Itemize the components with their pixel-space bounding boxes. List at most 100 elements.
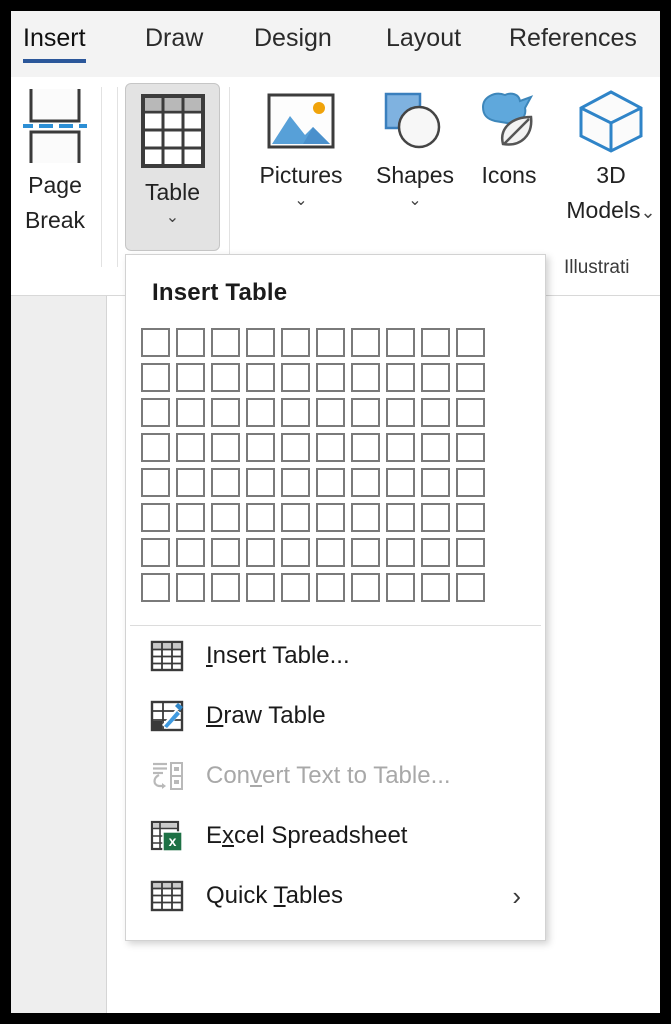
table-size-grid-cell[interactable] [176, 433, 205, 462]
table-size-grid-cell[interactable] [421, 573, 450, 602]
tab-draw[interactable]: Draw [145, 23, 203, 53]
table-size-grid-cell[interactable] [246, 433, 275, 462]
table-size-grid-cell[interactable] [141, 468, 170, 497]
table-size-grid-row[interactable] [138, 465, 545, 500]
table-size-grid-cell[interactable] [456, 573, 485, 602]
menu-item-draw-table[interactable]: Draw Table [126, 686, 545, 746]
table-size-grid-cell[interactable] [351, 538, 380, 567]
table-size-grid-cell[interactable] [351, 398, 380, 427]
table-size-grid-cell[interactable] [351, 503, 380, 532]
table-size-grid-cell[interactable] [456, 503, 485, 532]
table-size-grid-cell[interactable] [421, 398, 450, 427]
table-size-grid-cell[interactable] [281, 363, 310, 392]
table-size-grid-cell[interactable] [351, 328, 380, 357]
table-size-grid-cell[interactable] [176, 328, 205, 357]
page-break-button[interactable]: Page Break [11, 85, 99, 238]
table-size-grid-cell[interactable] [141, 503, 170, 532]
table-size-grid-row[interactable] [138, 430, 545, 465]
table-size-grid-cell[interactable] [211, 363, 240, 392]
chevron-down-icon-pictures[interactable]: ⌄ [239, 193, 363, 209]
table-size-grid-row[interactable] [138, 500, 545, 535]
table-size-grid-cell[interactable] [211, 503, 240, 532]
table-size-grid-cell[interactable] [281, 503, 310, 532]
table-size-grid-cell[interactable] [211, 573, 240, 602]
table-size-grid-cell[interactable] [316, 573, 345, 602]
table-size-grid-cell[interactable] [176, 468, 205, 497]
table-size-grid-cell[interactable] [386, 398, 415, 427]
table-size-grid-cell[interactable] [246, 503, 275, 532]
table-size-grid-row[interactable] [138, 325, 545, 360]
table-size-grid-cell[interactable] [386, 573, 415, 602]
table-size-grid-cell[interactable] [316, 468, 345, 497]
icons-button[interactable]: Icons [467, 89, 551, 193]
table-size-grid-row[interactable] [138, 570, 545, 605]
table-size-grid-row[interactable] [138, 535, 545, 570]
chevron-down-icon-3dmodels[interactable]: ⌄ [641, 202, 656, 222]
table-size-grid-cell[interactable] [456, 538, 485, 567]
menu-item-insert-table[interactable]: Insert Table... [126, 626, 545, 686]
table-size-grid-cell[interactable] [351, 433, 380, 462]
table-size-grid-cell[interactable] [141, 573, 170, 602]
table-size-grid-cell[interactable] [456, 398, 485, 427]
tab-design[interactable]: Design [254, 23, 332, 53]
table-size-grid-row[interactable] [138, 395, 545, 430]
table-size-grid-cell[interactable] [141, 328, 170, 357]
table-size-grid-cell[interactable] [386, 468, 415, 497]
table-size-grid-cell[interactable] [316, 363, 345, 392]
table-size-grid-cell[interactable] [141, 363, 170, 392]
table-size-grid-cell[interactable] [246, 398, 275, 427]
table-size-grid-cell[interactable] [351, 363, 380, 392]
table-size-grid-cell[interactable] [281, 573, 310, 602]
table-button[interactable]: Table ⌄ [125, 83, 220, 251]
table-size-grid-cell[interactable] [316, 538, 345, 567]
menu-item-excel-spreadsheet[interactable]: x Excel Spreadsheet [126, 806, 545, 866]
table-size-grid-cell[interactable] [456, 468, 485, 497]
table-size-grid-cell[interactable] [211, 398, 240, 427]
table-size-grid-cell[interactable] [386, 538, 415, 567]
table-size-grid-cell[interactable] [316, 503, 345, 532]
table-size-grid-cell[interactable] [211, 538, 240, 567]
table-size-grid-cell[interactable] [281, 468, 310, 497]
table-size-grid-cell[interactable] [386, 363, 415, 392]
chevron-down-icon-shapes[interactable]: ⌄ [363, 193, 467, 209]
table-size-grid-cell[interactable] [176, 573, 205, 602]
table-size-grid-cell[interactable] [141, 538, 170, 567]
table-size-grid-cell[interactable] [456, 433, 485, 462]
table-size-grid-cell[interactable] [316, 398, 345, 427]
table-size-grid-row[interactable] [138, 360, 545, 395]
tab-references[interactable]: References [509, 23, 637, 53]
table-size-grid-cell[interactable] [176, 398, 205, 427]
table-size-grid-cell[interactable] [351, 573, 380, 602]
tab-layout[interactable]: Layout [386, 23, 461, 53]
table-size-grid-cell[interactable] [421, 468, 450, 497]
3d-models-button[interactable]: 3D Models⌄ [551, 89, 660, 228]
pictures-button[interactable]: Pictures ⌄ [239, 89, 363, 209]
table-size-picker-grid[interactable] [126, 325, 545, 625]
table-size-grid-cell[interactable] [141, 433, 170, 462]
table-size-grid-cell[interactable] [211, 468, 240, 497]
table-size-grid-cell[interactable] [176, 503, 205, 532]
menu-item-quick-tables[interactable]: Quick Tables › [126, 866, 545, 926]
table-size-grid-cell[interactable] [316, 433, 345, 462]
table-size-grid-cell[interactable] [386, 433, 415, 462]
table-size-grid-cell[interactable] [386, 328, 415, 357]
table-size-grid-cell[interactable] [211, 328, 240, 357]
table-size-grid-cell[interactable] [421, 328, 450, 357]
table-size-grid-cell[interactable] [281, 433, 310, 462]
table-size-grid-cell[interactable] [176, 363, 205, 392]
table-size-grid-cell[interactable] [386, 503, 415, 532]
chevron-down-icon-table[interactable]: ⌄ [126, 210, 219, 226]
table-size-grid-cell[interactable] [211, 433, 240, 462]
table-size-grid-cell[interactable] [456, 328, 485, 357]
table-size-grid-cell[interactable] [246, 328, 275, 357]
table-size-grid-cell[interactable] [281, 398, 310, 427]
table-size-grid-cell[interactable] [421, 538, 450, 567]
table-size-grid-cell[interactable] [176, 538, 205, 567]
table-size-grid-cell[interactable] [246, 468, 275, 497]
table-size-grid-cell[interactable] [141, 398, 170, 427]
table-size-grid-cell[interactable] [246, 573, 275, 602]
table-size-grid-cell[interactable] [421, 363, 450, 392]
table-size-grid-cell[interactable] [456, 363, 485, 392]
shapes-button[interactable]: Shapes ⌄ [363, 89, 467, 209]
table-size-grid-cell[interactable] [421, 503, 450, 532]
